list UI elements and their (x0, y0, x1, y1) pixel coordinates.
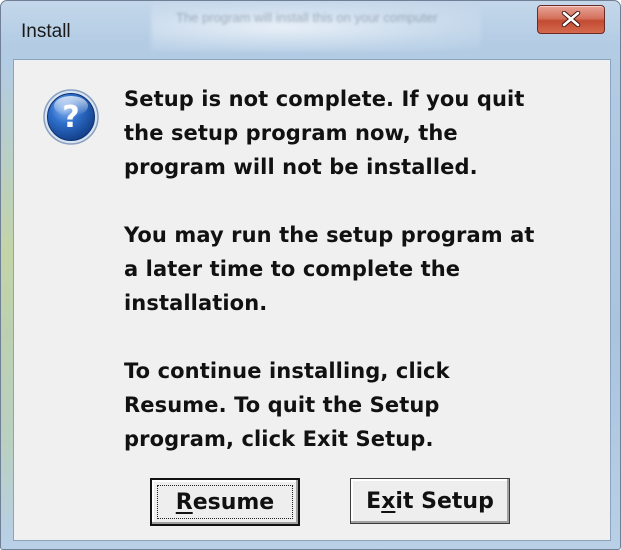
install-dialog-window: The program will install this on your co… (0, 0, 621, 550)
message-paragraph-incomplete: Setup is not complete. If you quit the s… (124, 87, 525, 179)
resume-button-label: Resume (175, 489, 275, 515)
access-key: x (381, 488, 396, 514)
exit-setup-button-label: Exit Setup (366, 488, 494, 514)
access-key: R (175, 489, 193, 515)
title-bar[interactable]: Install (1, 1, 620, 61)
close-icon (561, 11, 581, 27)
message-text: Setup is not complete. If you quit the s… (124, 82, 594, 490)
svg-text:?: ? (62, 100, 79, 135)
question-icon: ? (43, 89, 99, 145)
close-button[interactable] (537, 5, 605, 34)
window-title: Install (21, 21, 71, 42)
message-paragraph-instructions: To continue installing, click Resume. To… (124, 359, 450, 451)
message-paragraph-later: You may run the setup program at a later… (124, 223, 535, 315)
exit-setup-button[interactable]: Exit Setup (350, 478, 510, 524)
dialog-client-area: ? Setup is not complete. If you quit the… (13, 59, 611, 541)
resume-button[interactable]: Resume (150, 478, 300, 526)
